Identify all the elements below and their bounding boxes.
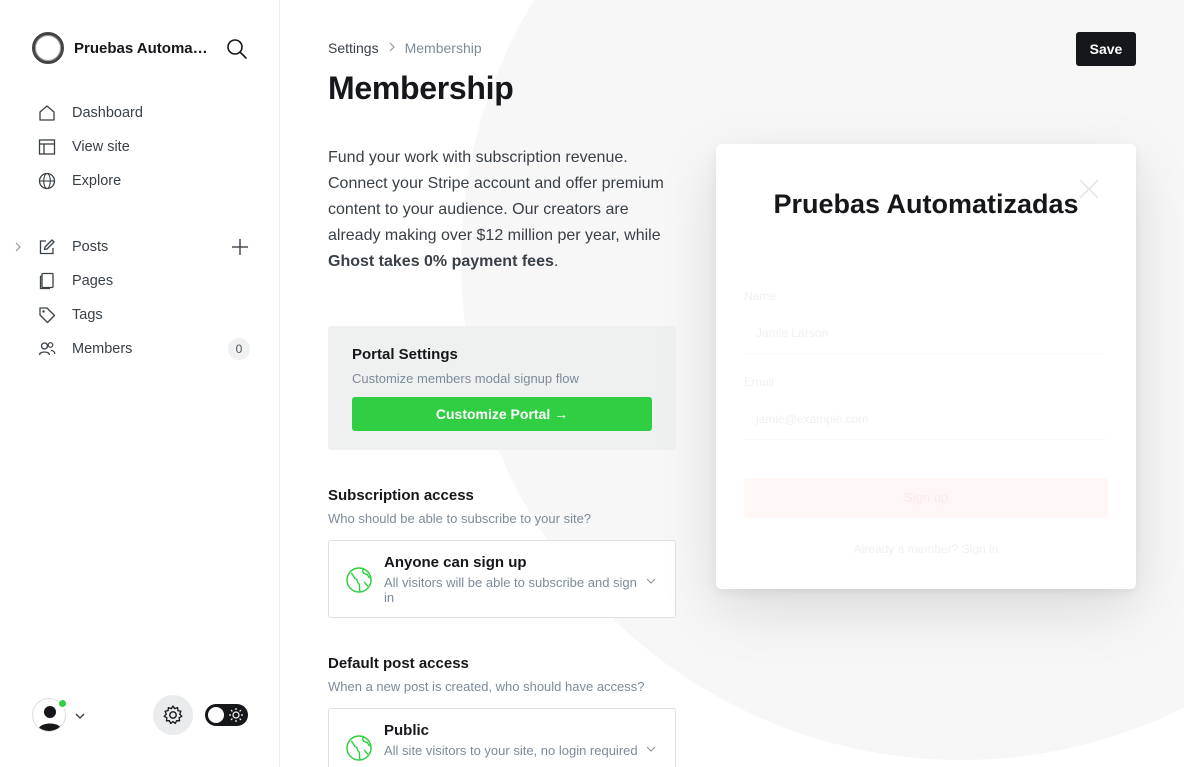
nav-item-view-site[interactable]: View site bbox=[36, 130, 252, 164]
sun-icon bbox=[228, 707, 244, 723]
intro-bold-text: Ghost takes 0% payment fees bbox=[328, 253, 554, 270]
portal-description: Customize members modal signup flow bbox=[352, 371, 579, 386]
preview-email-label: Email bbox=[744, 375, 775, 389]
portal-settings-card: Portal Settings Customize members modal … bbox=[328, 326, 676, 450]
globe-icon bbox=[345, 734, 373, 762]
preview-name-placeholder: Jamie Larson bbox=[756, 326, 829, 340]
home-icon bbox=[36, 102, 58, 124]
site-name: Pruebas Automatizadas bbox=[74, 39, 212, 57]
preview-name-field: Jamie Larson bbox=[744, 314, 1108, 354]
settings-gear-icon[interactable] bbox=[153, 695, 193, 735]
preview-site-title: Pruebas Automatizadas bbox=[773, 189, 1079, 219]
pencil-icon bbox=[36, 236, 58, 258]
nav-item-posts[interactable]: Posts bbox=[15, 230, 252, 264]
nav-item-dashboard[interactable]: Dashboard bbox=[36, 96, 252, 130]
site-brand[interactable]: Pruebas Automatizadas bbox=[32, 32, 212, 64]
membership-intro: Fund your work with subscription revenue… bbox=[328, 145, 678, 275]
portal-title: Portal Settings bbox=[352, 346, 458, 363]
default-post-access-title: Default post access bbox=[328, 655, 469, 672]
nav-item-pages[interactable]: Pages bbox=[36, 264, 252, 298]
option-title: Anyone can sign up bbox=[384, 554, 527, 571]
members-icon bbox=[36, 338, 58, 360]
portal-preview: Pruebas Automatizadas Name Jamie Larson … bbox=[716, 144, 1136, 589]
main-content: Settings Membership Membership Save Fund… bbox=[281, 0, 1184, 767]
default-post-access-description: When a new post is created, who should h… bbox=[328, 679, 645, 694]
intro-text: Fund your work with subscription revenue… bbox=[328, 149, 664, 244]
content-nav: Posts Pages Tags Members 0 bbox=[15, 230, 252, 366]
nav-label: Tags bbox=[72, 307, 103, 323]
globe-icon bbox=[345, 566, 373, 594]
sidebar: Pruebas Automatizadas Dashboard View sit… bbox=[0, 0, 280, 767]
breadcrumb-separator-icon bbox=[387, 41, 397, 55]
nav-item-explore[interactable]: Explore bbox=[36, 164, 252, 198]
breadcrumb: Settings Membership bbox=[328, 40, 482, 56]
toggle-knob bbox=[208, 707, 224, 723]
tag-icon bbox=[36, 304, 58, 326]
page-title: Membership bbox=[328, 70, 514, 106]
online-status-dot bbox=[57, 698, 68, 709]
search-icon[interactable] bbox=[226, 38, 248, 60]
members-count-badge: 0 bbox=[228, 338, 250, 360]
customize-portal-button[interactable]: Customize Portal → bbox=[352, 397, 652, 431]
chevron-down-icon bbox=[645, 742, 657, 754]
pages-icon bbox=[36, 270, 58, 292]
nav-item-tags[interactable]: Tags bbox=[36, 298, 252, 332]
theme-toggle[interactable] bbox=[205, 704, 248, 726]
primary-nav: Dashboard View site Explore bbox=[36, 96, 252, 198]
nav-label: Dashboard bbox=[72, 105, 143, 121]
chevron-down-icon bbox=[645, 574, 657, 586]
nav-item-members[interactable]: Members 0 bbox=[36, 332, 252, 366]
preview-email-placeholder: jamie@example.com bbox=[756, 412, 869, 426]
option-description: All site visitors to your site, no login… bbox=[384, 743, 638, 758]
breadcrumb-current: Membership bbox=[404, 40, 482, 56]
preview-signup-button: Sign up bbox=[744, 478, 1108, 518]
nav-label: Pages bbox=[72, 273, 114, 289]
default-post-access-select[interactable]: Public All site visitors to your site, n… bbox=[328, 708, 676, 767]
nav-label: Posts bbox=[72, 239, 109, 255]
option-description: All visitors will be able to subscribe a… bbox=[384, 575, 637, 605]
close-icon bbox=[1078, 178, 1100, 200]
globe-icon bbox=[36, 170, 58, 192]
nav-label: Members bbox=[72, 341, 133, 357]
site-logo bbox=[32, 32, 64, 64]
preview-name-label: Name bbox=[744, 289, 777, 303]
preview-email-field: jamie@example.com bbox=[744, 400, 1108, 440]
chevron-down-icon[interactable] bbox=[74, 709, 86, 721]
subscription-access-select[interactable]: Anyone can sign up All visitors will be … bbox=[328, 540, 676, 618]
intro-end: . bbox=[553, 253, 559, 270]
chevron-right-icon[interactable] bbox=[12, 241, 24, 253]
breadcrumb-settings-link[interactable]: Settings bbox=[328, 40, 379, 56]
nav-label: Explore bbox=[72, 173, 122, 189]
subscription-access-title: Subscription access bbox=[328, 487, 474, 504]
preview-signin-prompt: Already a member? Sign in bbox=[853, 542, 999, 556]
save-button[interactable]: Save bbox=[1076, 32, 1136, 66]
option-title: Public bbox=[384, 722, 430, 739]
layout-icon bbox=[36, 136, 58, 158]
sidebar-footer bbox=[32, 694, 248, 736]
add-post-icon[interactable] bbox=[230, 237, 250, 257]
nav-label: View site bbox=[72, 139, 130, 155]
subscription-access-description: Who should be able to subscribe to your … bbox=[328, 511, 592, 526]
